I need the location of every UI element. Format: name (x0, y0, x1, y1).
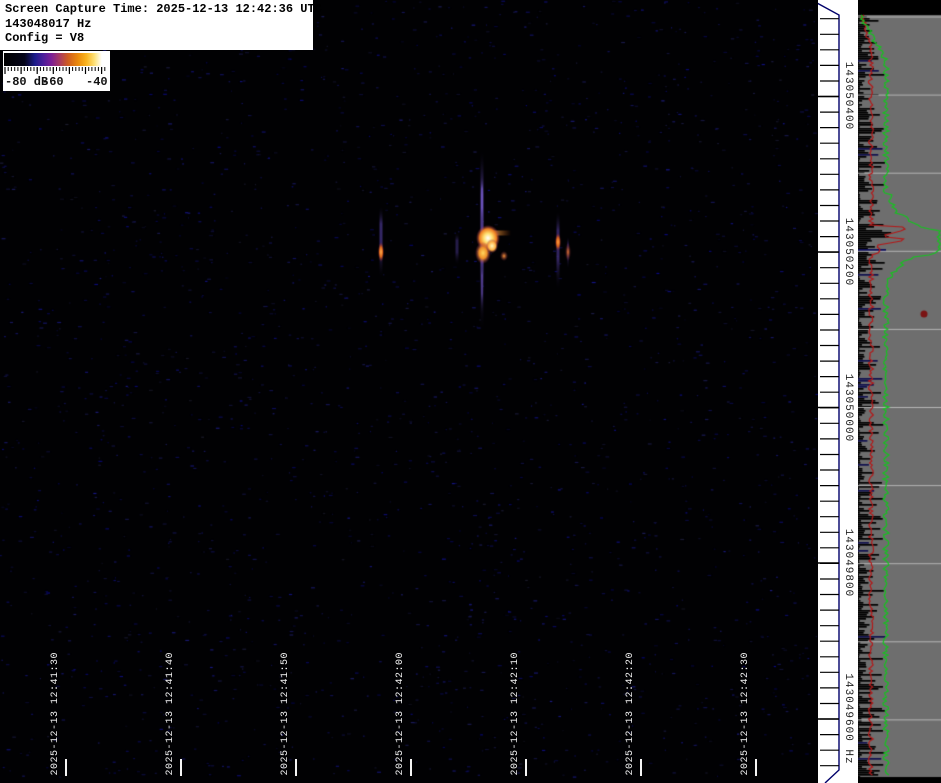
frequency-axis-label: 143049800 (842, 529, 854, 597)
capture-time-text: Screen Capture Time: 2025-12-13 12:42:36… (5, 2, 309, 17)
frequency-axis-label: 143049600 Hz (842, 673, 854, 764)
frequency-axis-label: 143050000 (842, 374, 854, 442)
frequency-axis: 143050400 143050200 143050000 143049800 1430… (818, 0, 858, 783)
waterfall-display (0, 0, 818, 783)
capture-info-box: Screen Capture Time: 2025-12-13 12:42:36… (0, 0, 313, 50)
spectrogram-app: 2025-12-13 12:41:302025-12-13 12:41:4020… (0, 0, 941, 783)
colorbar-label: -60 (42, 75, 64, 89)
waterfall-plot: 2025-12-13 12:41:302025-12-13 12:41:4020… (0, 0, 818, 783)
colorbar-labels: -80 dB-60-40 (3, 75, 110, 90)
colorbar-ruler (4, 67, 108, 75)
colorbar-gradient (4, 53, 107, 66)
config-text: Config = V8 (5, 31, 309, 46)
colorbar-label: -40 (86, 75, 108, 89)
center-frequency-text: 143048017 Hz (5, 17, 309, 32)
spectrum-panel (858, 0, 941, 783)
frequency-axis-label: 143050400 (842, 62, 854, 130)
colorbar-legend: -80 dB-60-40 (3, 51, 110, 91)
frequency-axis-label: 143050200 (842, 218, 854, 286)
spectrum-display (858, 0, 941, 783)
